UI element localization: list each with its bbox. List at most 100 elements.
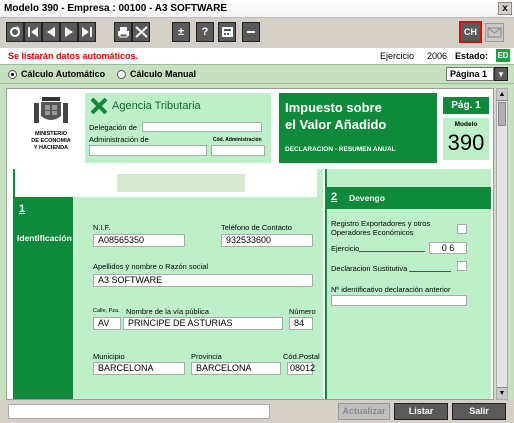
devengo-ejercicio-label: Ejercicio	[331, 244, 360, 253]
modelo-number: 390	[447, 130, 485, 155]
devengo-header: 2 Devengo	[327, 187, 491, 209]
calculator-button[interactable]	[218, 22, 236, 42]
delete-button[interactable]	[132, 22, 150, 42]
cod-administracion-label: Cód. Administración	[213, 137, 262, 143]
via-tipo-field[interactable]: AV	[93, 317, 121, 330]
modelo-box: Modelo 390	[443, 118, 489, 160]
refresh-icon	[10, 26, 20, 37]
ministry-line-3: Y HACIENDA	[33, 145, 69, 151]
actualizar-button[interactable]: Actualizar	[338, 403, 390, 420]
administracion-field[interactable]	[89, 145, 207, 156]
last-page-button[interactable]	[78, 22, 96, 42]
coat-of-arms-icon	[29, 95, 73, 129]
last-page-icon	[82, 27, 92, 37]
estado-badge: ED	[496, 49, 510, 62]
sustitutiva-label: Declaracion Sustitutiva	[331, 264, 408, 273]
next-icon	[65, 27, 73, 37]
form-area: MINISTERIO DE ECONOMIA Y HACIENDA Agenci…	[0, 84, 514, 400]
window-close-button[interactable]: x	[498, 2, 512, 15]
tax-title: Impuesto sobre el Valor Añadido	[285, 99, 386, 133]
provincia-field[interactable]: BARCELONA	[191, 362, 281, 375]
identificacion-label: Identificación	[17, 233, 72, 243]
ch-button[interactable]: CH	[459, 21, 482, 43]
identificacion-sidebar: 1 Identificación	[13, 169, 73, 399]
auto-calculation-label[interactable]: Cálculo Automático	[21, 69, 105, 79]
send-button[interactable]	[485, 23, 504, 42]
form-scrollbar[interactable]: ▲ ▼	[496, 88, 508, 400]
calculation-mode-bar: Cálculo Automático Cálculo Manual Página…	[0, 64, 514, 84]
section-1-number: 1	[19, 203, 26, 215]
automatic-data-warning: Se listarán datos automáticos.	[8, 51, 139, 61]
cod-administracion-field[interactable]	[211, 145, 265, 156]
scroll-up-icon[interactable]: ▲	[497, 89, 507, 101]
declaracion-anterior-label: Nº identificativo declaración anterior	[331, 285, 451, 294]
numero-field[interactable]: 84	[289, 317, 313, 330]
sustitutiva-leader-line	[409, 271, 451, 272]
refresh-button[interactable]	[6, 22, 24, 42]
window-title-bar: Modelo 390 - Empresa : 00100 - A3 SOFTWA…	[0, 0, 514, 18]
registro-label-2: Operadores Económicos	[331, 228, 414, 237]
declaracion-anterior-field[interactable]	[331, 295, 467, 306]
administracion-label: Administración de	[89, 135, 149, 144]
identificacion-top-strip	[15, 169, 317, 197]
section-2-number: 2	[331, 191, 338, 203]
minus-icon	[247, 31, 255, 33]
listar-button[interactable]: Listar	[394, 403, 448, 420]
devengo-ejercicio-field[interactable]: 0 6	[429, 242, 467, 254]
plus-minus-button[interactable]: ±	[172, 22, 190, 42]
tax-subtitle: DECLARACION - RESUMEN ANUAL	[285, 146, 396, 153]
delegacion-field[interactable]	[142, 122, 262, 132]
telefono-label: Teléfono de Contacto	[221, 223, 292, 232]
numero-label: Número	[289, 307, 316, 316]
minimize-form-button[interactable]	[242, 22, 260, 42]
calculator-icon	[222, 27, 233, 37]
nombre-field[interactable]: A3 SOFTWARE	[93, 274, 313, 287]
nombre-label: Apellidos y nombre o Razón social	[93, 262, 209, 271]
window-title: Modelo 390 - Empresa : 00100 - A3 SOFTWA…	[4, 3, 228, 14]
ministry-name: MINISTERIO DE ECONOMIA Y HACIENDA	[23, 131, 79, 152]
auto-calculation-radio[interactable]	[8, 70, 17, 79]
scroll-down-icon[interactable]: ▼	[497, 387, 507, 399]
municipio-label: Municipio	[93, 352, 125, 361]
ejercicio-label: Ejercicio	[380, 51, 415, 61]
tax-title-line-1: Impuesto sobre	[285, 100, 382, 115]
next-page-button[interactable]	[60, 22, 78, 42]
info-bar: Se listarán datos automáticos. Ejercicio…	[0, 48, 514, 64]
devengo-label: Devengo	[349, 193, 385, 203]
agency-box: Agencia Tributaria Delegación de Adminis…	[85, 93, 271, 163]
sustitutiva-checkbox[interactable]	[457, 261, 467, 271]
registro-label-1: Registro Exportadores y otros	[331, 219, 431, 228]
calle-prefix-label: Calle, Pza.	[93, 308, 120, 314]
envelope-icon	[487, 27, 502, 38]
page-select[interactable]: Página 1	[446, 67, 494, 81]
help-button[interactable]: ?	[196, 22, 214, 42]
registro-checkbox[interactable]	[457, 224, 467, 234]
print-button[interactable]	[114, 22, 132, 42]
agency-logo-icon	[91, 98, 107, 114]
telefono-field[interactable]: 932533600	[221, 234, 313, 247]
delegacion-label: Delegación de	[89, 123, 137, 132]
modelo-390-form: MINISTERIO DE ECONOMIA Y HACIENDA Agenci…	[6, 88, 494, 400]
municipio-field[interactable]: BARCELONA	[93, 362, 185, 375]
page-number-badge: Pág. 1	[443, 97, 489, 114]
calle-label: Nombre de la vía pública	[126, 307, 209, 316]
agency-name: Agencia Tributaria	[112, 100, 201, 112]
scroll-thumb[interactable]	[498, 102, 506, 126]
via-nombre-field[interactable]: PRINCIPE DE ASTURIAS	[123, 317, 283, 330]
cp-label: Cód.Postal	[283, 352, 320, 361]
ministry-line-1: MINISTERIO	[34, 131, 68, 137]
manual-calculation-label[interactable]: Cálculo Manual	[130, 69, 196, 79]
printer-icon	[118, 27, 129, 38]
previous-icon	[47, 27, 55, 37]
previous-page-button[interactable]	[42, 22, 60, 42]
status-input[interactable]	[8, 404, 270, 419]
manual-calculation-radio[interactable]	[117, 70, 126, 79]
salir-button[interactable]: Salir	[452, 403, 506, 420]
first-page-button[interactable]	[24, 22, 42, 42]
nif-field[interactable]: A08565350	[93, 234, 185, 247]
cp-field[interactable]: 08012	[287, 362, 315, 375]
bottom-bar: Actualizar Listar Salir	[0, 400, 514, 423]
nif-label: N.I.F.	[93, 223, 111, 232]
ejercicio-value: 2006	[427, 51, 448, 61]
page-dropdown-button[interactable]: ▼	[494, 67, 508, 81]
